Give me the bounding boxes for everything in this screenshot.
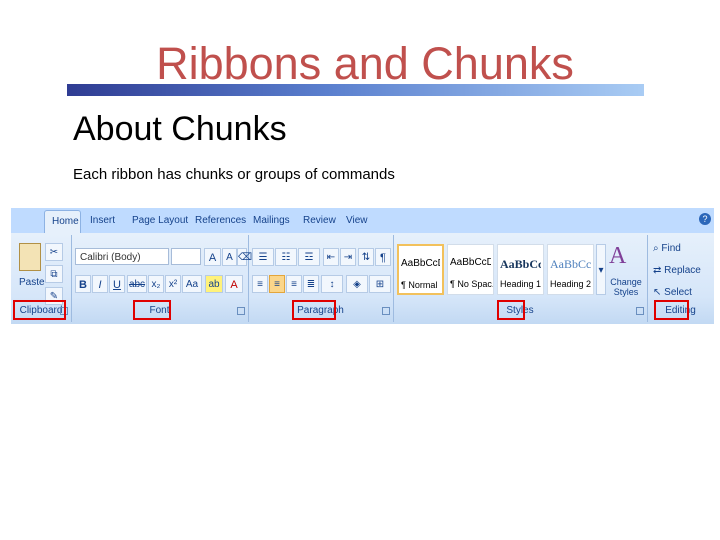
word-ribbon: Home Insert Page Layout References Maili… (11, 208, 714, 324)
style-no-spacing-tile[interactable]: AaBbCcDc ¶ No Spac... (447, 244, 494, 295)
style-sample: AaBbCc (500, 257, 541, 271)
select-icon: ↖ (653, 287, 665, 298)
shrink-font-icon[interactable]: A (222, 248, 237, 266)
style-sample: AaBbCcDc (401, 258, 440, 269)
tab-page-layout[interactable]: Page Layout (132, 215, 188, 226)
styles-scroll-icon[interactable]: ▾ (596, 244, 606, 295)
select-label: Select (664, 287, 692, 298)
copy-icon[interactable]: ⧉ (45, 265, 63, 283)
style-sample: AaBbCcDc (450, 257, 491, 268)
tab-home-label: Home (52, 216, 79, 227)
find-button[interactable]: ⌕ Find (653, 243, 681, 254)
sort-icon[interactable]: ⇅ (358, 248, 374, 266)
tab-references[interactable]: References (195, 215, 246, 226)
numbering-icon[interactable]: ☷ (275, 248, 297, 266)
grow-font-icon[interactable]: A (204, 248, 221, 266)
change-case-button[interactable]: Aa (182, 275, 202, 293)
align-left-icon[interactable]: ≡ (252, 275, 268, 293)
paragraph-launcher-icon[interactable] (382, 307, 390, 315)
borders-icon[interactable]: ⊞ (369, 275, 391, 293)
decrease-indent-icon[interactable]: ⇤ (323, 248, 339, 266)
bullets-icon[interactable]: ☰ (252, 248, 274, 266)
styles-highlight (497, 300, 525, 320)
paste-label[interactable]: Paste (19, 277, 45, 288)
style-heading-2-tile[interactable]: AaBbCc Heading 2 (547, 244, 594, 295)
justify-icon[interactable]: ≣ (303, 275, 319, 293)
ribbon-tab-bar: Home Insert Page Layout References Maili… (11, 208, 714, 234)
style-sample: AaBbCc (550, 257, 591, 271)
paste-icon[interactable] (19, 243, 41, 271)
tab-review[interactable]: Review (303, 215, 336, 226)
clear-format-icon[interactable]: ⌫ (237, 248, 252, 266)
tab-view[interactable]: View (346, 215, 368, 226)
line-spacing-icon[interactable]: ↕ (321, 275, 343, 293)
cut-icon[interactable]: ✂ (45, 243, 63, 261)
style-heading-1-tile[interactable]: AaBbCc Heading 1 (497, 244, 544, 295)
align-right-icon[interactable]: ≡ (286, 275, 302, 293)
font-launcher-icon[interactable] (237, 307, 245, 315)
tab-mailings[interactable]: Mailings (253, 215, 290, 226)
font-size-box[interactable] (171, 248, 201, 265)
body-text: Each ribbon has chunks or groups of comm… (73, 166, 395, 183)
increase-indent-icon[interactable]: ⇥ (340, 248, 356, 266)
slide-title: Ribbons and Chunks (156, 38, 574, 89)
styles-launcher-icon[interactable] (636, 307, 644, 315)
font-color-icon[interactable]: A (225, 275, 243, 293)
section-heading: About Chunks (73, 110, 287, 148)
underline-button[interactable]: U (109, 275, 125, 293)
italic-button[interactable]: I (92, 275, 108, 293)
change-styles-label[interactable]: Change Styles (607, 277, 645, 297)
select-button[interactable]: ↖ Select (653, 287, 692, 298)
replace-icon: ⇄ (653, 265, 665, 276)
style-normal-tile[interactable]: AaBbCcDc ¶ Normal (397, 244, 444, 295)
font-highlight (133, 300, 171, 320)
superscript-button[interactable]: x² (165, 275, 181, 293)
style-name: ¶ No Spac... (450, 279, 493, 289)
style-name: ¶ Normal (401, 280, 438, 290)
align-center-icon[interactable]: ≡ (269, 275, 285, 293)
shading-icon[interactable]: ◈ (346, 275, 368, 293)
replace-button[interactable]: ⇄ Replace (653, 265, 701, 276)
clipboard-highlight (13, 300, 66, 320)
ribbon-body: Paste ✂ ⧉ ✎ Clipboard Calibri (Body) A A… (11, 233, 714, 324)
subscript-button[interactable]: x₂ (148, 275, 164, 293)
find-label: Find (661, 243, 681, 254)
strikethrough-button[interactable]: abc (127, 275, 147, 293)
replace-label: Replace (664, 265, 701, 276)
highlight-color-icon[interactable]: ab (205, 275, 223, 293)
change-styles-icon[interactable]: A (609, 243, 626, 270)
bold-button[interactable]: B (75, 275, 91, 293)
help-icon[interactable]: ? (699, 213, 711, 225)
show-formatting-icon[interactable]: ¶ (375, 248, 391, 266)
multilevel-list-icon[interactable]: ☲ (298, 248, 320, 266)
style-name: Heading 1 (500, 279, 542, 289)
style-name: Heading 2 (550, 279, 592, 289)
title-underline (67, 84, 644, 96)
tab-home[interactable]: Home (44, 210, 81, 234)
editing-highlight (654, 300, 689, 320)
tab-insert[interactable]: Insert (90, 215, 115, 226)
paragraph-highlight (292, 300, 336, 320)
font-name-box[interactable]: Calibri (Body) (75, 248, 169, 265)
